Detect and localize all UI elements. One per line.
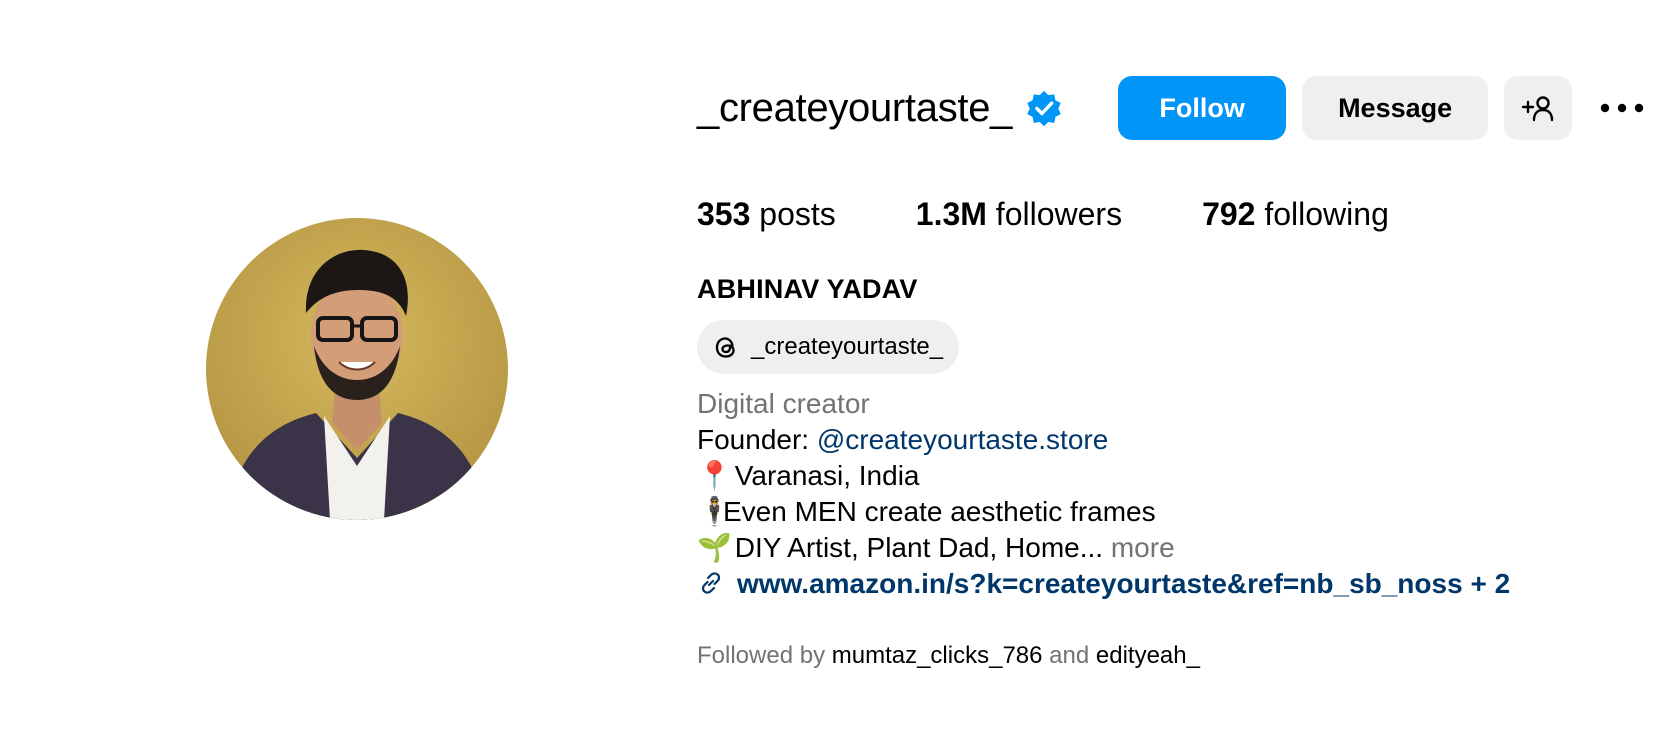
- following-label: following: [1264, 196, 1389, 232]
- posts-stat: 353 posts: [697, 196, 836, 233]
- bio-line-3: 🕴Even MEN create aesthetic frames: [697, 494, 1510, 530]
- suggest-similar-button[interactable]: [1504, 76, 1573, 140]
- bio-line-4: 🌱 DIY Artist, Plant Dad, Home... more: [697, 530, 1510, 566]
- threads-link[interactable]: _createyourtaste_: [697, 320, 960, 374]
- followed-by-prefix: Followed by: [697, 642, 832, 669]
- followers-count: 1.3M: [915, 196, 987, 232]
- profile-header: _createyourtaste_ Follow Message: [697, 76, 1646, 140]
- posts-count: 353: [697, 196, 751, 232]
- bio-founder-line: Founder: @createyourtaste.store: [697, 422, 1510, 458]
- person-plus-icon: [1521, 94, 1555, 122]
- bio: Digital creator Founder: @createyourtast…: [697, 386, 1510, 602]
- bio-line-4-text: DIY Artist, Plant Dad, Home...: [727, 532, 1104, 563]
- message-button[interactable]: Message: [1302, 76, 1489, 140]
- founder-mention-link[interactable]: @createyourtaste.store: [817, 424, 1108, 455]
- seedling-icon: 🌱: [697, 532, 732, 563]
- bio-link-text: www.amazon.in/s?k=createyourtaste&ref=nb…: [737, 568, 1511, 599]
- bio-line-3-text: Even MEN create aesthetic frames: [723, 496, 1156, 527]
- verified-badge-icon: [1024, 88, 1064, 128]
- link-icon: [697, 569, 727, 599]
- ellipsis-icon: [1600, 103, 1644, 113]
- profile-avatar[interactable]: [206, 218, 508, 520]
- followed-by-user-2: edityeah_: [1095, 642, 1200, 669]
- followers-stat[interactable]: 1.3M followers: [916, 196, 1122, 233]
- bio-link[interactable]: www.amazon.in/s?k=createyourtaste&ref=nb…: [697, 566, 1510, 602]
- founder-prefix: Founder:: [697, 424, 817, 455]
- threads-handle: _createyourtaste_: [751, 333, 944, 360]
- bio-more-button[interactable]: more: [1103, 532, 1175, 563]
- full-name: ABHINAV YADAV: [697, 274, 918, 304]
- category-label: Digital creator: [697, 388, 870, 419]
- followed-by-user-1: mumtaz_clicks_786: [831, 642, 1043, 669]
- threads-icon: [711, 332, 741, 362]
- levitating-man-icon: 🕴: [697, 496, 732, 527]
- profile-stats: 353 posts 1.3M followers 792 following: [697, 196, 1469, 233]
- followed-by-conjunction: and: [1042, 642, 1096, 669]
- followers-label: followers: [995, 196, 1123, 232]
- username: _createyourtaste_: [697, 85, 1013, 130]
- following-stat[interactable]: 792 following: [1202, 196, 1389, 233]
- followed-by[interactable]: Followed by mumtaz_clicks_786 and editye…: [697, 642, 1200, 670]
- following-count: 792: [1202, 196, 1256, 232]
- pin-icon: 📍: [697, 460, 732, 491]
- bio-location-line: 📍 Varanasi, India: [697, 458, 1510, 494]
- location-text: Varanasi, India: [727, 460, 920, 491]
- posts-label: posts: [759, 196, 836, 232]
- follow-button[interactable]: Follow: [1118, 76, 1287, 140]
- more-options-button[interactable]: [1598, 88, 1646, 128]
